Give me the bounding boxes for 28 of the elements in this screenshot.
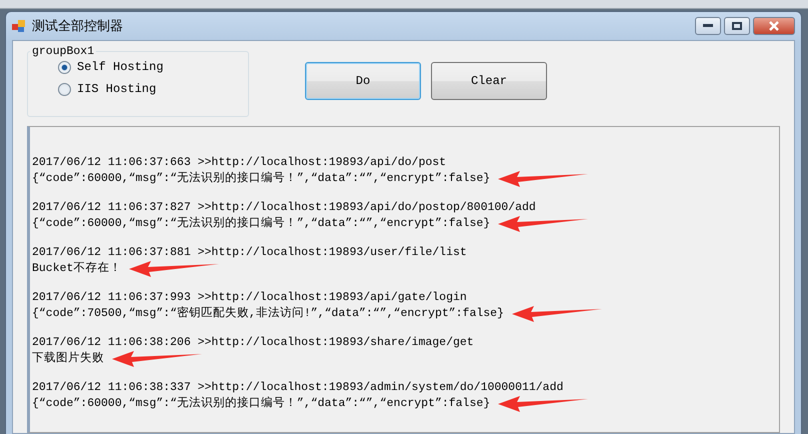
request-line: 2017/06/12 11:06:37:881 >>http://localhost:19893/user/file/list [32,246,468,260]
radio-label: IIS Hosting [77,82,156,96]
close-icon [769,21,779,31]
maximize-button[interactable] [724,17,750,35]
response-line: {“code”:60000,“msg”:“无法识别的接口编号！”,“data”:“”,“encrypt”:false} [32,217,490,231]
action-button[interactable]: Do [305,62,421,100]
response-line: {“code”:60000,“msg”:“无法识别的接口编号！”,“data”:“”,“encrypt”:false} [32,172,490,186]
response-line: {“code”:70500,“msg”:“密钥匹配失败,非法访问!”,“data”:“”,“encrypt”:false} [32,307,504,321]
minimize-button[interactable] [695,17,721,35]
request-line: 2017/06/12 11:06:37:993 >>http://localhost:19893/api/gate/login [32,291,468,305]
radio-button[interactable] [58,60,71,74]
request-line: 2017/06/12 11:06:37:663 >>http://localhost:19893/api/do/post [32,156,448,170]
window-title: 测试全部控制器 [32,18,124,35]
radio-label: Self Hosting [77,60,164,74]
response-line: 下载图片失败 [32,352,104,366]
action-button[interactable]: Clear [431,62,547,100]
close-button[interactable] [753,17,795,35]
minimize-icon [703,24,713,28]
request-line: 2017/06/12 11:06:38:206 >>http://localhost:19893/share/image/get [32,336,475,350]
response-line: Bucket不存在！ [32,262,122,276]
group-box-title: groupBox1 [31,45,96,58]
app-icon [12,19,26,33]
request-line: 2017/06/12 11:06:38:337 >>http://localhost:19893/admin/system/do/10000011/add [32,381,564,395]
maximize-icon [732,22,742,30]
log-textbox[interactable] [27,126,780,433]
radio-button[interactable] [58,82,71,96]
response-line: {“code”:60000,“msg”:“无法识别的接口编号！”,“data”:“”,“encrypt”:false} [32,397,490,411]
request-line: 2017/06/12 11:06:37:827 >>http://localhost:19893/api/do/postop/800100/add [32,201,537,215]
